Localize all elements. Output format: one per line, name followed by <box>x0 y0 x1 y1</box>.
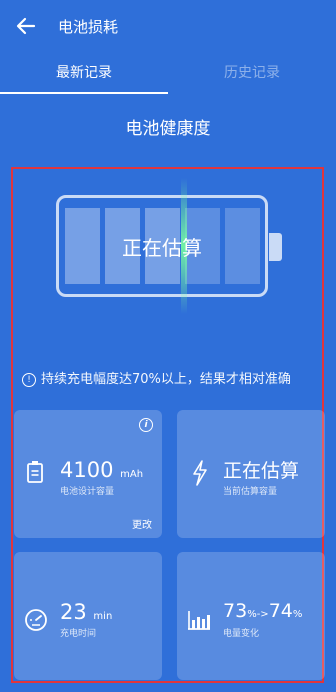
design-capacity-value: 4100 mAh <box>60 458 143 482</box>
info-icon[interactable]: i <box>139 418 153 432</box>
charge-from: 73 <box>223 600 248 622</box>
edit-capacity-button[interactable]: 更改 <box>132 516 152 531</box>
exclamation-icon: ! <box>22 372 36 387</box>
lightning-bolt-icon <box>193 460 207 486</box>
charge-time-label: 充电时间 <box>60 629 97 639</box>
current-capacity-card: 正在估算 当前估算容量 <box>177 410 325 538</box>
charge-to-unit: % <box>292 609 303 620</box>
charge-to: 74 <box>268 600 293 622</box>
tab-latest-records[interactable]: 最新记录 <box>0 62 168 82</box>
charge-change-label: 电量变化 <box>223 629 260 639</box>
charge-time-number: 23 <box>60 600 87 624</box>
charge-time-unit: min <box>93 611 113 622</box>
page-title: 电池损耗 <box>58 18 119 36</box>
accuracy-notice: ! 持续充电幅度达70%以上，结果才相对准确 <box>22 368 291 387</box>
active-tab-indicator <box>0 92 168 94</box>
app-header: 电池损耗 <box>0 0 336 52</box>
charge-change-card: 73%->74% 电量变化 <box>177 552 325 680</box>
arrow-text: -> <box>256 609 269 620</box>
capacity-number: 4100 <box>60 458 114 482</box>
current-capacity-value: 正在估算 <box>223 460 300 482</box>
back-arrow-icon[interactable] <box>14 14 38 38</box>
design-capacity-card: i 4100 mAh 电池设计容量 更改 <box>14 410 162 538</box>
battery-status-text: 正在估算 <box>122 236 202 260</box>
gauge-icon <box>25 609 47 631</box>
section-title: 电池健康度 <box>125 119 211 139</box>
tab-history-records[interactable]: 历史记录 <box>168 62 336 82</box>
current-capacity-label: 当前估算容量 <box>223 487 278 497</box>
charge-change-value: 73%->74% <box>223 600 302 622</box>
notice-text: 持续充电幅度达70%以上，结果才相对准确 <box>41 372 291 387</box>
battery-terminal <box>269 233 282 261</box>
clipboard-icon <box>27 461 43 483</box>
charge-time-value: 23 min <box>60 600 112 624</box>
bar-chart-icon <box>188 611 210 630</box>
charge-from-unit: % <box>247 609 257 620</box>
charge-time-card: 23 min 充电时间 <box>14 552 162 680</box>
design-capacity-label: 电池设计容量 <box>60 487 115 497</box>
capacity-unit: mAh <box>120 469 144 480</box>
